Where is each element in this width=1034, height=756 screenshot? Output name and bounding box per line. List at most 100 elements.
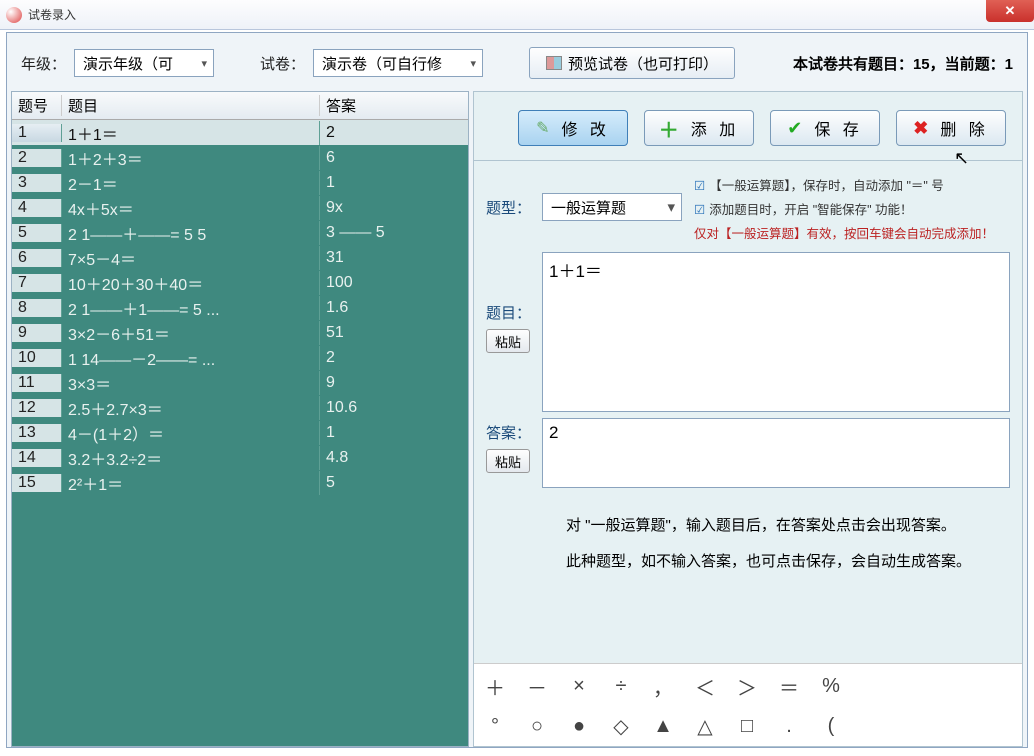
cell-num: 3	[12, 174, 62, 192]
cell-answer: 1.6	[320, 299, 468, 317]
cell-num: 14	[12, 449, 62, 467]
cell-answer: 6	[320, 149, 468, 167]
symbol-button[interactable]: ＋	[474, 666, 516, 706]
symbol-button[interactable]: ▲	[642, 706, 684, 746]
answer-input[interactable]: 2	[542, 418, 1010, 488]
checkbox-icon[interactable]: ☑	[694, 179, 705, 193]
cell-answer: 9x	[320, 199, 468, 217]
exam-select[interactable]: 演示卷（可自行修	[313, 49, 483, 77]
table-row[interactable]: 93×2－6＋51＝51	[12, 320, 468, 345]
table-row[interactable]: 8 2 1——＋1——= 5 ...1.6	[12, 295, 468, 320]
cell-question: 4x＋5x＝	[62, 196, 320, 220]
check-icon: ✔	[787, 118, 806, 139]
delete-icon: ✖	[913, 118, 932, 139]
add-button[interactable]: ＋添 加	[644, 110, 754, 146]
cell-answer: 100	[320, 274, 468, 292]
table-row[interactable]: 143.2＋3.2÷2＝4.8	[12, 445, 468, 470]
table-row[interactable]: 67×5－4＝31	[12, 245, 468, 270]
question-table: 题号 题目 答案 11＋1＝221＋2＋3＝632－1＝144x＋5x＝9x5 …	[11, 91, 469, 747]
table-row[interactable]: 113×3＝9	[12, 370, 468, 395]
cell-num: 10	[12, 349, 62, 367]
preview-button[interactable]: 预览试卷（也可打印）	[529, 47, 735, 79]
app-icon	[6, 7, 22, 23]
symbol-button[interactable]: ，	[642, 666, 684, 706]
symbol-button[interactable]: ○	[516, 706, 558, 746]
save-button[interactable]: ✔保 存	[770, 110, 880, 146]
close-button[interactable]: ✕	[986, 0, 1034, 22]
symbol-button[interactable]: ＝	[768, 666, 810, 706]
delete-button[interactable]: ✖删 除	[896, 110, 1006, 146]
cell-question: 7×5－4＝	[62, 246, 320, 270]
grade-label: 年级：	[21, 53, 66, 74]
table-row[interactable]: 32－1＝1	[12, 170, 468, 195]
symbol-button[interactable]: °	[474, 706, 516, 746]
cell-num: 11	[12, 374, 62, 392]
symbol-button[interactable]: ●	[558, 706, 600, 746]
table-row[interactable]: 152²＋1＝5	[12, 470, 468, 495]
cell-answer: 1	[320, 174, 468, 192]
checkbox-icon[interactable]: ☑	[694, 203, 705, 217]
cell-answer: 1	[320, 424, 468, 442]
cell-answer: 2	[320, 349, 468, 367]
cell-num: 7	[12, 274, 62, 292]
symbol-button[interactable]: □	[726, 706, 768, 746]
paste-question-button[interactable]: 粘贴	[486, 329, 530, 353]
cell-question: 3×3＝	[62, 371, 320, 395]
cell-num: 9	[12, 324, 62, 342]
question-input[interactable]: 1＋1＝	[542, 252, 1010, 412]
cell-num: 4	[12, 199, 62, 217]
paste-answer-button[interactable]: 粘贴	[486, 449, 530, 473]
cell-question: 2²＋1＝	[62, 471, 320, 495]
cell-answer: 51	[320, 324, 468, 342]
type-label: 题型：	[486, 175, 534, 218]
answer-label: 答案：	[486, 418, 534, 443]
table-row[interactable]: 5 2 1——＋——= 5 5 3 —— 5	[12, 220, 468, 245]
cell-answer: 5	[320, 474, 468, 492]
window-title: 试卷录入	[28, 6, 76, 23]
table-row[interactable]: 134－(1＋2）＝1	[12, 420, 468, 445]
cell-question: 2 1——＋1——= 5 ...	[62, 296, 320, 320]
table-row[interactable]: 21＋2＋3＝6	[12, 145, 468, 170]
cell-answer: 31	[320, 249, 468, 267]
cell-num: 6	[12, 249, 62, 267]
table-row[interactable]: 11＋1＝2	[12, 120, 468, 145]
col-header-num: 题号	[12, 95, 62, 116]
cell-num: 12	[12, 399, 62, 417]
cell-question: 1＋2＋3＝	[62, 146, 320, 170]
cell-num: 1	[12, 124, 62, 142]
col-header-answer: 答案	[320, 95, 468, 116]
symbol-toolbar: ＋－×÷，＜＞＝% °○●◇▲△□.(	[474, 663, 1022, 746]
cell-num: 5	[12, 224, 62, 242]
cell-num: 2	[12, 149, 62, 167]
cell-answer: 2	[320, 124, 468, 142]
cell-num: 15	[12, 474, 62, 492]
cell-question: 2 1——＋——= 5 5	[62, 221, 320, 245]
plus-icon: ＋	[659, 114, 683, 143]
symbol-button[interactable]: .	[768, 706, 810, 746]
table-row[interactable]: 710＋20＋30＋40＝100	[12, 270, 468, 295]
table-row[interactable]: 122.5＋2.7×3＝10.6	[12, 395, 468, 420]
symbol-button[interactable]: ×	[558, 666, 600, 706]
modify-button[interactable]: ✎修 改	[518, 110, 628, 146]
symbol-button[interactable]: %	[810, 666, 852, 706]
symbol-button[interactable]: ＞	[726, 666, 768, 706]
symbol-button[interactable]: (	[810, 706, 852, 746]
status-text: 本试卷共有题目：15，当前题：1	[793, 53, 1013, 74]
hints: ☑【一般运算题】，保存时，自动添加 "＝" 号 ☑添加题目时，开启 "智能保存"…	[690, 175, 1010, 246]
type-select[interactable]: 一般运算题	[542, 193, 682, 221]
symbol-button[interactable]: ◇	[600, 706, 642, 746]
col-header-question: 题目	[62, 95, 320, 116]
cell-question: 3×2－6＋51＝	[62, 321, 320, 345]
grade-select[interactable]: 演示年级（可	[74, 49, 214, 77]
book-icon	[546, 56, 562, 70]
cell-question: 4－(1＋2）＝	[62, 421, 320, 445]
cell-num: 13	[12, 424, 62, 442]
table-row[interactable]: 44x＋5x＝9x	[12, 195, 468, 220]
symbol-button[interactable]: △	[684, 706, 726, 746]
symbol-button[interactable]: ＜	[684, 666, 726, 706]
exam-label: 试卷：	[260, 53, 305, 74]
symbol-button[interactable]: －	[516, 666, 558, 706]
table-row[interactable]: 10 1 14——－2——= ...2	[12, 345, 468, 370]
cell-question: 1＋1＝	[62, 121, 320, 145]
symbol-button[interactable]: ÷	[600, 666, 642, 706]
